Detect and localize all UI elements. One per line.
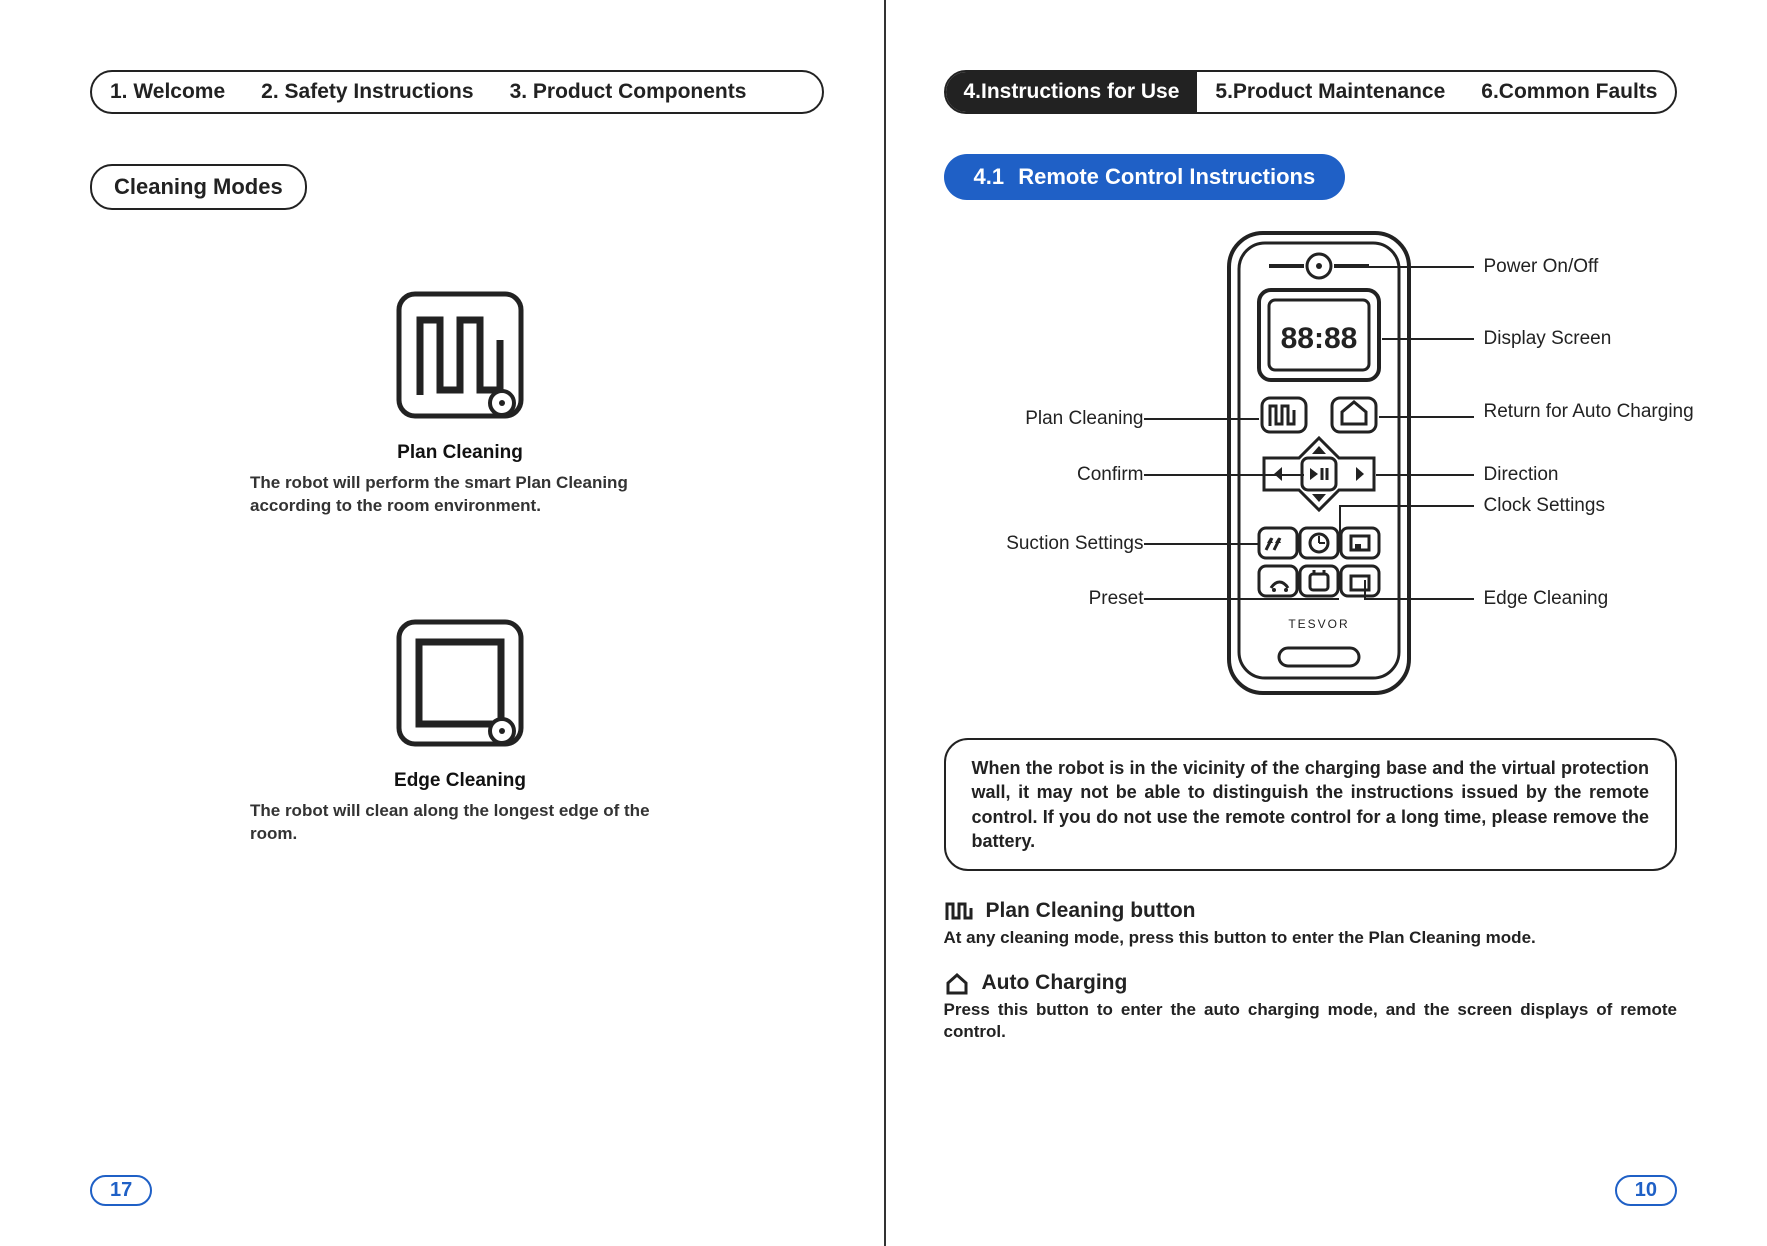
expl-charging-desc: Press this button to enter the auto char…	[944, 999, 1678, 1043]
tab-safety: 2. Safety Instructions	[243, 72, 491, 112]
section-remote-instructions: 4.1 Remote Control Instructions	[944, 154, 1346, 200]
tab-maintenance: 5.Product Maintenance	[1197, 72, 1463, 112]
pagenum-left: 17	[90, 1175, 152, 1206]
edge-cleaning-icon	[395, 618, 525, 748]
page-right: 4.Instructions for Use 5.Product Mainten…	[884, 0, 1767, 1246]
button-explanations: Plan Cleaning button At any cleaning mod…	[944, 899, 1678, 1043]
callout-display: Display Screen	[1484, 328, 1612, 350]
tabbar-left: 1. Welcome 2. Safety Instructions 3. Pro…	[90, 70, 824, 114]
mode-edge-desc: The robot will clean along the longest e…	[250, 800, 670, 846]
tab-components: 3. Product Components	[492, 72, 765, 112]
mode-plan-title: Plan Cleaning	[397, 442, 523, 464]
mode-plan: Plan Cleaning The robot will perform the…	[210, 290, 710, 518]
callout-plan-cleaning: Plan Cleaning	[964, 408, 1144, 430]
remote-diagram: 88:88	[944, 228, 1678, 728]
mode-edge-title: Edge Cleaning	[394, 770, 526, 792]
callout-clock-settings: Clock Settings	[1484, 495, 1605, 517]
callout-return-charging: Return for Auto Charging	[1484, 401, 1694, 424]
section-number: 4.1	[974, 164, 1005, 189]
mode-edge: Edge Cleaning The robot will clean along…	[210, 618, 710, 846]
callout-power: Power On/Off	[1484, 256, 1599, 278]
remote-note: When the robot is in the vicinity of the…	[944, 738, 1678, 871]
pagenum-right: 10	[1615, 1175, 1677, 1206]
callout-direction: Direction	[1484, 464, 1559, 486]
expl-auto-charging: Auto Charging Press this button to enter…	[944, 971, 1678, 1043]
section-cleaning-modes: Cleaning Modes	[90, 164, 307, 210]
callout-preset: Preset	[964, 588, 1144, 610]
expl-plan-title: Plan Cleaning button	[986, 899, 1196, 923]
tab-welcome: 1. Welcome	[92, 72, 243, 112]
section-title: Remote Control Instructions	[1018, 164, 1315, 189]
expl-charging-title: Auto Charging	[982, 971, 1128, 995]
home-icon	[944, 971, 970, 995]
mode-plan-desc: The robot will perform the smart Plan Cl…	[250, 472, 670, 518]
tab-instructions: 4.Instructions for Use	[946, 72, 1198, 112]
expl-plan-cleaning: Plan Cleaning button At any cleaning mod…	[944, 899, 1678, 949]
plan-cleaning-icon	[944, 900, 974, 922]
page-left: 1. Welcome 2. Safety Instructions 3. Pro…	[0, 0, 884, 1246]
remote-control-illustration: 88:88	[1224, 228, 1414, 698]
callout-confirm: Confirm	[964, 464, 1144, 486]
tab-faults: 6.Common Faults	[1463, 72, 1675, 112]
expl-plan-desc: At any cleaning mode, press this button …	[944, 927, 1678, 949]
tabbar-right: 4.Instructions for Use 5.Product Mainten…	[944, 70, 1678, 114]
plan-cleaning-icon	[395, 290, 525, 420]
remote-display-text: 88:88	[1280, 322, 1357, 355]
remote-brand: TESVOR	[1288, 617, 1349, 631]
callout-suction-settings: Suction Settings	[964, 533, 1144, 555]
callout-edge-cleaning: Edge Cleaning	[1484, 588, 1609, 610]
